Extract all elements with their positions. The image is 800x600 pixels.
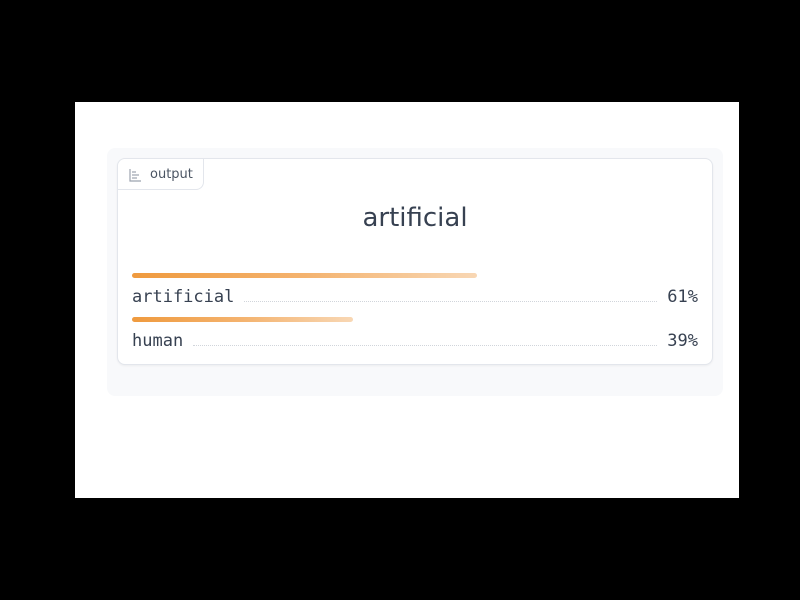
output-label-tab: output	[118, 159, 204, 190]
confidence-row-artificial[interactable]: artificial 61%	[132, 273, 698, 317]
output-label: output	[150, 166, 193, 182]
confidence-value: 61%	[667, 287, 698, 307]
confidence-label: artificial	[132, 287, 235, 307]
app-screen: output artificial artificial 61% human 3…	[75, 102, 739, 498]
confidence-row-human[interactable]: human 39%	[132, 317, 698, 361]
confidence-bar	[132, 273, 477, 278]
dotted-leader	[193, 344, 658, 346]
confidence-bar	[132, 317, 353, 322]
predicted-label-heading: artificial	[362, 203, 468, 233]
confidence-label: human	[132, 331, 184, 351]
confidence-list: artificial 61% human 39%	[132, 273, 698, 361]
confidence-value: 39%	[667, 331, 698, 351]
output-panel: output artificial artificial 61% human 3…	[107, 148, 723, 396]
label-output-card: output artificial artificial 61% human 3…	[117, 158, 713, 365]
dotted-leader	[244, 300, 658, 302]
bar-chart-icon	[128, 167, 142, 182]
